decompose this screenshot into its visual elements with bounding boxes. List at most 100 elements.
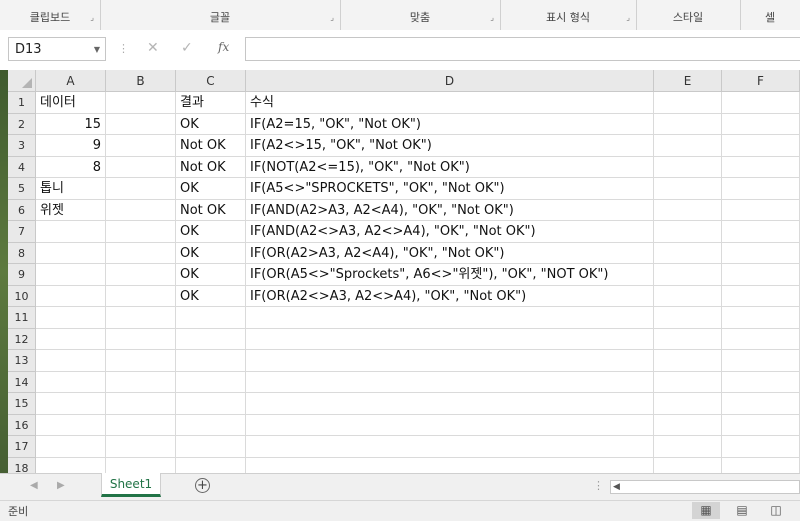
cell-b14[interactable] (106, 371, 176, 393)
cell-a7[interactable] (36, 221, 106, 243)
cell-d8[interactable]: IF(OR(A2>A3, A2<A4), "OK", "Not OK") (246, 242, 654, 264)
cell-f12[interactable] (722, 328, 800, 350)
cell-c5[interactable]: OK (176, 178, 246, 200)
scroll-left-icon[interactable]: ◀ (613, 482, 620, 492)
cell-c18[interactable] (176, 457, 246, 473)
cell-a17[interactable] (36, 436, 106, 458)
column-header-f[interactable]: F (722, 70, 800, 92)
cell-e18[interactable] (654, 457, 722, 473)
cell-c12[interactable] (176, 328, 246, 350)
row-header[interactable]: 6 (8, 199, 36, 221)
row-header[interactable]: 3 (8, 135, 36, 157)
cell-e7[interactable] (654, 221, 722, 243)
cell-a5[interactable]: 톱니 (36, 178, 106, 200)
row-header[interactable]: 10 (8, 285, 36, 307)
dialog-launcher-icon[interactable]: ⌟ (90, 13, 94, 22)
row-header[interactable]: 9 (8, 264, 36, 286)
cell-f2[interactable] (722, 113, 800, 135)
cell-f14[interactable] (722, 371, 800, 393)
cell-d7[interactable]: IF(AND(A2<>A3, A2<>A4), "OK", "Not OK") (246, 221, 654, 243)
cell-d5[interactable]: IF(A5<>"SPROCKETS", "OK", "Not OK") (246, 178, 654, 200)
cell-a8[interactable] (36, 242, 106, 264)
cell-b13[interactable] (106, 350, 176, 372)
dialog-launcher-icon[interactable]: ⌟ (490, 13, 494, 22)
enter-icon[interactable]: ✓ (181, 40, 193, 56)
cell-c17[interactable] (176, 436, 246, 458)
cell-d12[interactable] (246, 328, 654, 350)
row-header[interactable]: 1 (8, 92, 36, 114)
name-box[interactable]: D13 ▼ (8, 37, 106, 61)
cell-f3[interactable] (722, 135, 800, 157)
cell-f4[interactable] (722, 156, 800, 178)
cell-b15[interactable] (106, 393, 176, 415)
add-sheet-icon[interactable]: + (195, 478, 210, 493)
cell-a13[interactable] (36, 350, 106, 372)
row-header[interactable]: 13 (8, 350, 36, 372)
cell-f5[interactable] (722, 178, 800, 200)
row-header[interactable]: 7 (8, 221, 36, 243)
drag-handle-icon[interactable]: ⋮ (593, 479, 604, 492)
cell-d4[interactable]: IF(NOT(A2<=15), "OK", "Not OK") (246, 156, 654, 178)
row-header[interactable]: 18 (8, 457, 36, 473)
cell-c13[interactable] (176, 350, 246, 372)
cell-c14[interactable] (176, 371, 246, 393)
sheet-tab-sheet1[interactable]: Sheet1 (101, 473, 161, 497)
cell-d15[interactable] (246, 393, 654, 415)
cell-b6[interactable] (106, 199, 176, 221)
cell-a4[interactable]: 8 (36, 156, 106, 178)
cell-e3[interactable] (654, 135, 722, 157)
cell-a16[interactable] (36, 414, 106, 436)
column-header-a[interactable]: A (36, 70, 106, 92)
cell-e12[interactable] (654, 328, 722, 350)
cell-a2[interactable]: 15 (36, 113, 106, 135)
cell-d17[interactable] (246, 436, 654, 458)
cell-c11[interactable] (176, 307, 246, 329)
cell-e1[interactable] (654, 92, 722, 114)
dialog-launcher-icon[interactable]: ⌟ (330, 13, 334, 22)
cell-b17[interactable] (106, 436, 176, 458)
row-header[interactable]: 15 (8, 393, 36, 415)
cell-e9[interactable] (654, 264, 722, 286)
cell-e10[interactable] (654, 285, 722, 307)
cell-e11[interactable] (654, 307, 722, 329)
cell-e4[interactable] (654, 156, 722, 178)
cell-b11[interactable] (106, 307, 176, 329)
cell-b5[interactable] (106, 178, 176, 200)
cell-b3[interactable] (106, 135, 176, 157)
cell-c3[interactable]: Not OK (176, 135, 246, 157)
row-header[interactable]: 11 (8, 307, 36, 329)
cell-e17[interactable] (654, 436, 722, 458)
cell-f9[interactable] (722, 264, 800, 286)
cell-c16[interactable] (176, 414, 246, 436)
cell-c4[interactable]: Not OK (176, 156, 246, 178)
cell-e15[interactable] (654, 393, 722, 415)
cell-e13[interactable] (654, 350, 722, 372)
formula-input[interactable] (245, 37, 800, 61)
cell-b2[interactable] (106, 113, 176, 135)
row-header[interactable]: 14 (8, 371, 36, 393)
cell-b7[interactable] (106, 221, 176, 243)
scroll-tabs-left-icon[interactable]: ◀ (30, 480, 38, 491)
cell-a12[interactable] (36, 328, 106, 350)
cell-b18[interactable] (106, 457, 176, 473)
scroll-tabs-right-icon[interactable]: ▶ (57, 480, 65, 491)
row-header[interactable]: 8 (8, 242, 36, 264)
cell-e6[interactable] (654, 199, 722, 221)
cell-e5[interactable] (654, 178, 722, 200)
cell-d10[interactable]: IF(OR(A2<>A3, A2<>A4), "OK", "Not OK") (246, 285, 654, 307)
row-header[interactable]: 16 (8, 414, 36, 436)
row-header[interactable]: 2 (8, 113, 36, 135)
cell-f10[interactable] (722, 285, 800, 307)
select-all-button[interactable] (8, 70, 36, 92)
insert-function-button[interactable]: fx (218, 40, 229, 54)
cell-a14[interactable] (36, 371, 106, 393)
cell-f1[interactable] (722, 92, 800, 114)
cell-c10[interactable]: OK (176, 285, 246, 307)
cell-a6[interactable]: 위젯 (36, 199, 106, 221)
cell-c6[interactable]: Not OK (176, 199, 246, 221)
cell-d3[interactable]: IF(A2<>15, "OK", "Not OK") (246, 135, 654, 157)
dialog-launcher-icon[interactable]: ⌟ (626, 13, 630, 22)
cell-a18[interactable] (36, 457, 106, 473)
cell-d16[interactable] (246, 414, 654, 436)
cell-d11[interactable] (246, 307, 654, 329)
